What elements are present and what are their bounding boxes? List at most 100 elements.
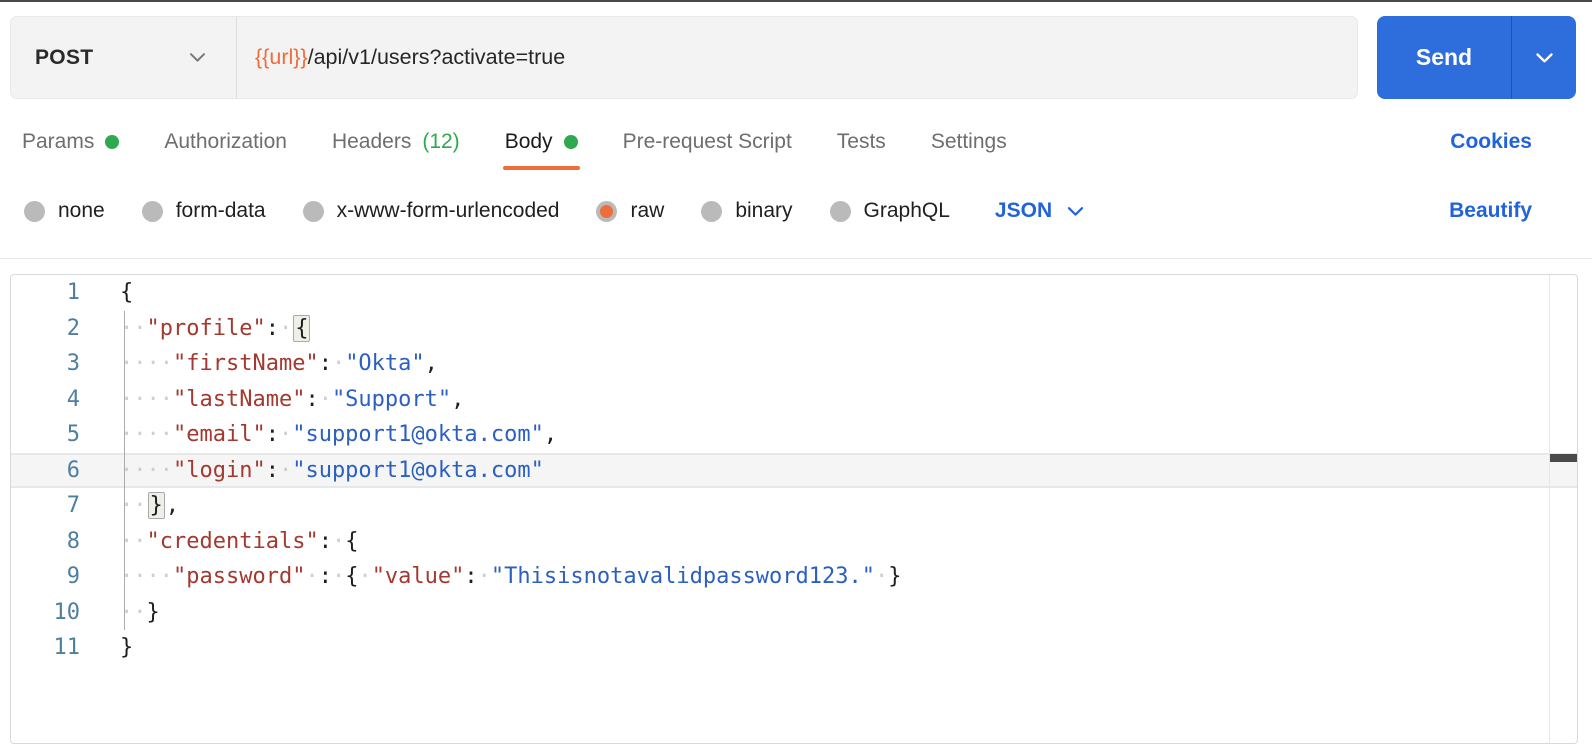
code-token: ···· <box>120 564 173 589</box>
code-token: "firstName" <box>173 351 319 376</box>
tab-label: Params <box>22 130 94 154</box>
code-token: "login" <box>173 458 266 483</box>
section-divider <box>0 258 1592 259</box>
method-label: POST <box>35 46 93 70</box>
line-number: 11 <box>11 630 80 666</box>
code-line: 11 } <box>11 630 1577 666</box>
code-token: · <box>332 564 345 589</box>
code-token: { <box>345 529 358 554</box>
line-number: 10 <box>11 595 80 631</box>
code-token: "support1@okta.com" <box>292 422 544 447</box>
radio-icon <box>303 201 324 222</box>
code-lines: 1 { 2 ··"profile":·{ 3 ····"firstName":·… <box>11 275 1577 666</box>
line-number: 8 <box>11 524 80 560</box>
body-type-binary[interactable]: binary <box>701 199 792 223</box>
code-token: } <box>147 600 160 625</box>
tab-body[interactable]: Body <box>505 113 578 170</box>
code-line: 7 ··}, <box>11 488 1577 524</box>
code-line: 10 ··} <box>11 595 1577 631</box>
radio-icon <box>142 201 163 222</box>
code-token: { <box>345 564 358 589</box>
code-token: , <box>425 351 438 376</box>
code-token: "Support" <box>332 387 451 412</box>
body-type-graphql[interactable]: GraphQL <box>830 199 950 223</box>
code-token: : <box>319 529 332 554</box>
code-text: ····"firstName":·"Okta", <box>80 346 438 382</box>
tab-status-dot <box>105 135 119 149</box>
code-text: ··"profile":·{ <box>80 311 311 347</box>
tab-tests[interactable]: Tests <box>837 113 886 170</box>
code-token: · <box>358 564 371 589</box>
scrollbar[interactable] <box>1549 275 1577 743</box>
code-token: · <box>279 458 292 483</box>
code-token: { <box>120 280 133 305</box>
code-token: "support1@okta.com" <box>292 458 544 483</box>
format-select[interactable]: JSON <box>995 199 1084 223</box>
line-number: 4 <box>11 382 80 418</box>
line-number: 5 <box>11 417 80 453</box>
code-token: ···· <box>120 458 173 483</box>
radio-icon <box>830 201 851 222</box>
tab-label: Settings <box>931 130 1007 154</box>
code-line: 5 ····"email":·"support1@okta.com", <box>11 417 1577 453</box>
line-number: 9 <box>11 559 80 595</box>
send-options-button[interactable] <box>1511 16 1576 99</box>
code-token: : <box>266 458 279 483</box>
code-text: ····"email":·"support1@okta.com", <box>80 417 557 453</box>
code-token: : <box>464 564 477 589</box>
method-select[interactable]: POST <box>11 17 236 98</box>
code-line: 1 { <box>11 275 1577 311</box>
code-text: ····"lastName":·"Support", <box>80 382 464 418</box>
body-type-label: none <box>58 199 105 223</box>
code-token: "profile" <box>147 316 266 341</box>
tab-label: Tests <box>837 130 886 154</box>
code-text: ····"login":·"support1@okta.com" <box>80 453 544 489</box>
code-text: ··} <box>80 595 160 631</box>
code-token: "Okta" <box>345 351 424 376</box>
body-type-none[interactable]: none <box>24 199 105 223</box>
line-number: 3 <box>11 346 80 382</box>
code-token: · <box>279 422 292 447</box>
body-type-x-www-form-urlencoded[interactable]: x-www-form-urlencoded <box>303 199 560 223</box>
body-type-label: raw <box>630 199 664 223</box>
tab-params[interactable]: Params <box>22 113 119 170</box>
body-type-raw[interactable]: raw <box>596 199 664 223</box>
code-token: · <box>478 564 491 589</box>
scrollbar-cursor-marker <box>1550 454 1577 462</box>
radio-icon <box>701 201 722 222</box>
tab-settings[interactable]: Settings <box>931 113 1007 170</box>
format-select-value: JSON <box>995 199 1052 223</box>
url-input[interactable]: {{url}}/api/v1/users?activate=true <box>237 17 1357 98</box>
cookies-link[interactable]: Cookies <box>1450 130 1532 154</box>
send-button[interactable]: Send <box>1377 16 1511 99</box>
chevron-down-icon <box>1067 206 1084 217</box>
code-text: { <box>80 275 133 311</box>
body-type-form-data[interactable]: form-data <box>142 199 266 223</box>
send-button-group: Send <box>1377 16 1576 99</box>
tab-count-badge: (12) <box>422 130 459 154</box>
tab-label: Headers <box>332 130 411 154</box>
chevron-down-icon <box>189 52 206 63</box>
chevron-down-icon <box>1535 52 1554 64</box>
code-token: "value" <box>372 564 465 589</box>
body-type-options: none form-data x-www-form-urlencoded raw… <box>0 180 1592 242</box>
url-path: /api/v1/users?activate=true <box>308 45 566 70</box>
tab-pre-request-script[interactable]: Pre-request Script <box>623 113 792 170</box>
code-token: · <box>332 351 345 376</box>
matched-bracket: } <box>148 492 165 519</box>
tab-authorization[interactable]: Authorization <box>164 113 287 170</box>
body-type-label: x-www-form-urlencoded <box>337 199 560 223</box>
radio-icon <box>596 201 617 222</box>
code-token: · <box>332 529 345 554</box>
code-line: 3 ····"firstName":·"Okta", <box>11 346 1577 382</box>
code-line: 9 ····"password"·:·{·"value":·"Thisisnot… <box>11 559 1577 595</box>
code-token: , <box>166 493 179 518</box>
code-line: 2 ··"profile":·{ <box>11 311 1577 347</box>
code-token: : <box>319 351 332 376</box>
code-editor[interactable]: 1 { 2 ··"profile":·{ 3 ····"firstName":·… <box>10 274 1578 744</box>
line-number: 6 <box>11 453 80 489</box>
code-text: ··}, <box>80 488 179 524</box>
tab-headers[interactable]: Headers (12) <box>332 113 460 170</box>
code-token: : <box>266 422 279 447</box>
beautify-link[interactable]: Beautify <box>1449 199 1532 223</box>
